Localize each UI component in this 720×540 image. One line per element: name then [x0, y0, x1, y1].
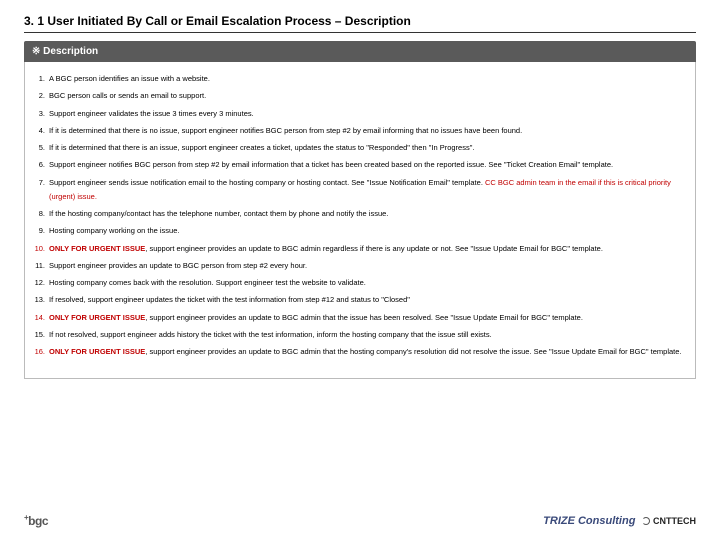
footer: +bgc TRIZE Consulting CNTTECH — [24, 513, 696, 528]
item-text: Hosting company comes back with the reso… — [49, 276, 687, 290]
trize-logo: TRIZE Consulting CNTTECH — [543, 515, 696, 527]
item-text: ONLY FOR URGENT ISSUE, support engineer … — [49, 242, 687, 256]
page-title: 3. 1 User Initiated By Call or Email Esc… — [24, 14, 696, 33]
item-number: 1. — [33, 72, 49, 86]
list-item: 12.Hosting company comes back with the r… — [33, 276, 687, 290]
list-item: 13.If resolved, support engineer updates… — [33, 293, 687, 307]
list-item: 6.Support engineer notifies BGC person f… — [33, 158, 687, 172]
list-item: 5.If it is determined that there is an i… — [33, 141, 687, 155]
list-item: 14.ONLY FOR URGENT ISSUE, support engine… — [33, 311, 687, 325]
item-number: 7. — [33, 176, 49, 190]
item-text: Support engineer notifies BGC person fro… — [49, 158, 687, 172]
item-text: ONLY FOR URGENT ISSUE, support engineer … — [49, 311, 687, 325]
list-item: 4.If it is determined that there is no i… — [33, 124, 687, 138]
description-header: ※ Description — [24, 41, 696, 62]
item-number: 11. — [33, 259, 49, 273]
item-number: 3. — [33, 107, 49, 121]
list-item: 8.If the hosting company/contact has the… — [33, 207, 687, 221]
item-text: BGC person calls or sends an email to su… — [49, 89, 687, 103]
list-item: 15.If not resolved, support engineer add… — [33, 328, 687, 342]
item-text: If it is determined that there is an iss… — [49, 141, 687, 155]
item-number: 5. — [33, 141, 49, 155]
item-number: 16. — [33, 345, 49, 359]
item-text: Support engineer provides an update to B… — [49, 259, 687, 273]
item-number: 4. — [33, 124, 49, 138]
item-number: 9. — [33, 224, 49, 238]
item-number: 2. — [33, 89, 49, 103]
item-number: 12. — [33, 276, 49, 290]
list-item: 9.Hosting company working on the issue. — [33, 224, 687, 238]
list-item: 11.Support engineer provides an update t… — [33, 259, 687, 273]
item-number: 14. — [33, 311, 49, 325]
description-list: 1.A BGC person identifies an issue with … — [24, 62, 696, 379]
list-item: 10.ONLY FOR URGENT ISSUE, support engine… — [33, 242, 687, 256]
item-text: ONLY FOR URGENT ISSUE, support engineer … — [49, 345, 687, 359]
item-text: If it is determined that there is no iss… — [49, 124, 687, 138]
item-number: 10. — [33, 242, 49, 256]
item-text: Hosting company working on the issue. — [49, 224, 687, 238]
list-item: 16.ONLY FOR URGENT ISSUE, support engine… — [33, 345, 687, 359]
item-text: If resolved, support engineer updates th… — [49, 293, 687, 307]
bgc-logo: +bgc — [24, 513, 48, 528]
item-text: Support engineer sends issue notificatio… — [49, 176, 687, 205]
list-item: 2.BGC person calls or sends an email to … — [33, 89, 687, 103]
item-number: 8. — [33, 207, 49, 221]
list-item: 7.Support engineer sends issue notificat… — [33, 176, 687, 205]
item-text: Support engineer validates the issue 3 t… — [49, 107, 687, 121]
item-text: If the hosting company/contact has the t… — [49, 207, 687, 221]
list-item: 3.Support engineer validates the issue 3… — [33, 107, 687, 121]
item-text: A BGC person identifies an issue with a … — [49, 72, 687, 86]
item-text: If not resolved, support engineer adds h… — [49, 328, 687, 342]
list-item: 1.A BGC person identifies an issue with … — [33, 72, 687, 86]
item-number: 13. — [33, 293, 49, 307]
item-number: 6. — [33, 158, 49, 172]
item-number: 15. — [33, 328, 49, 342]
